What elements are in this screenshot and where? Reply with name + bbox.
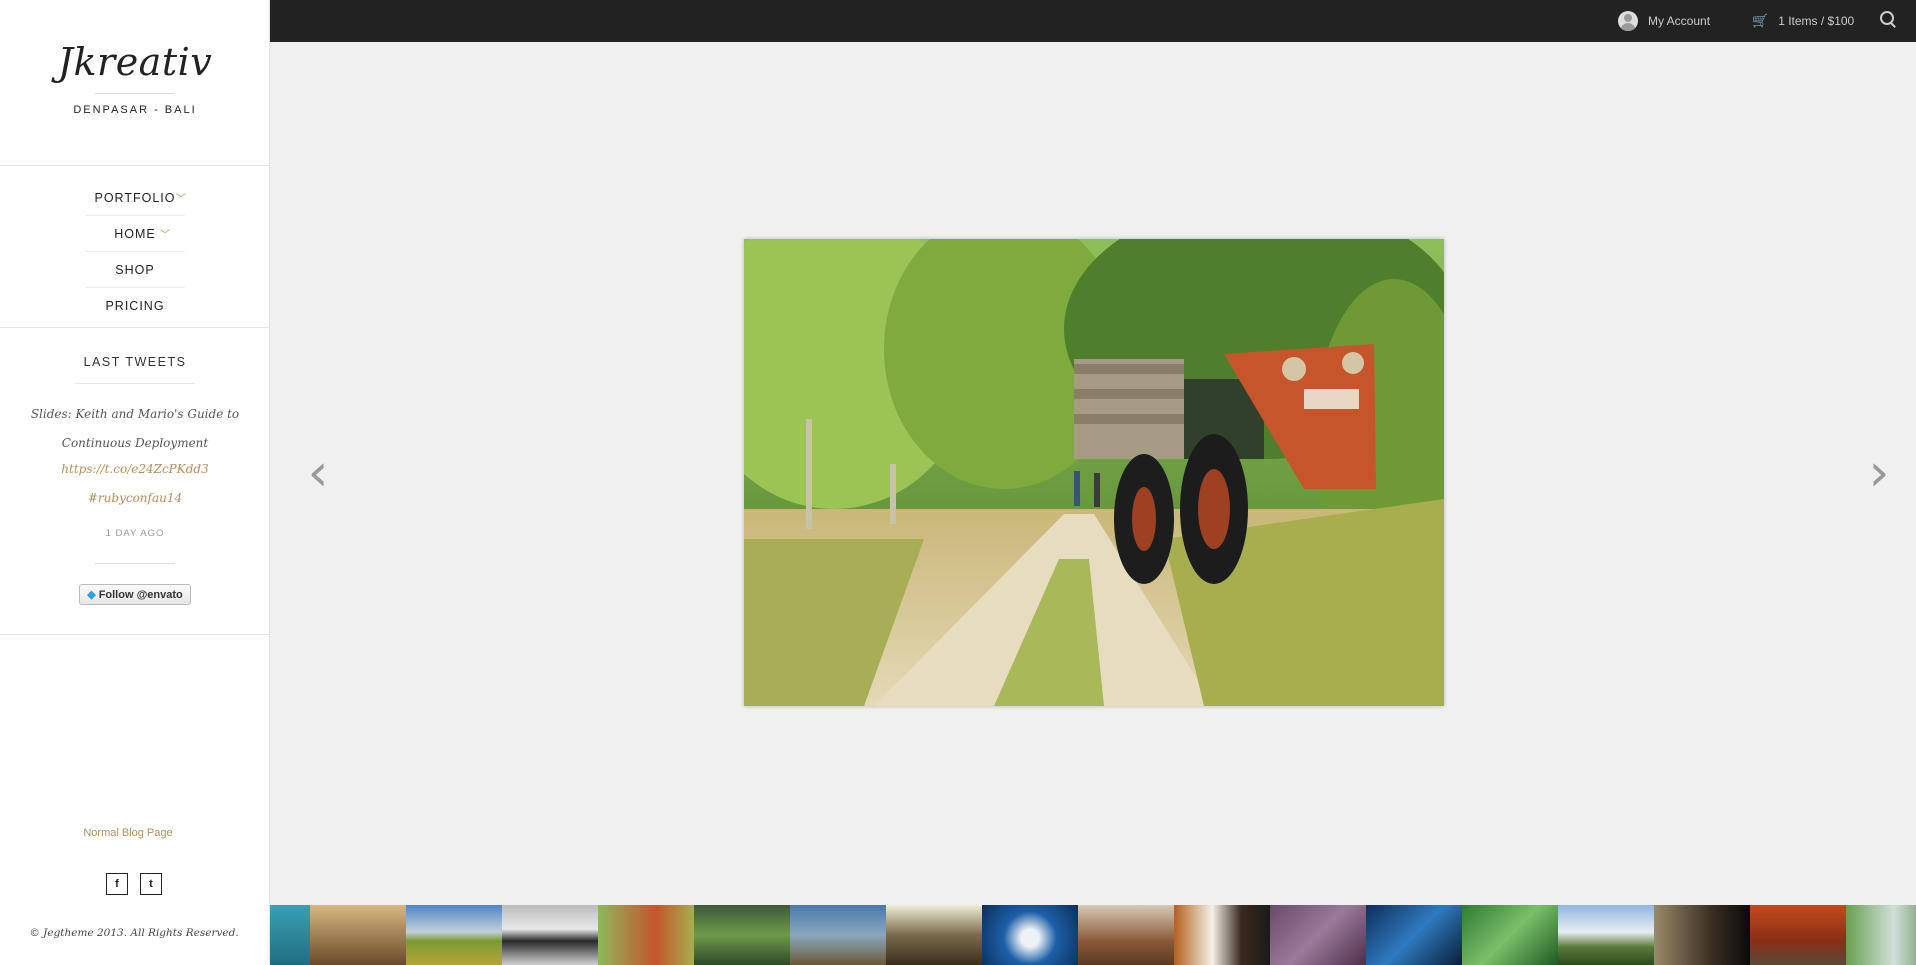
thumbnail[interactable]	[270, 905, 310, 965]
site-tagline: DENPASAR - BALI	[73, 104, 197, 116]
nav-item-shop[interactable]: SHOP	[0, 252, 270, 287]
thumbnail[interactable]	[598, 905, 694, 965]
nav-item-label: PORTFOLIO	[94, 190, 176, 205]
tweets-heading: LAST TWEETS	[83, 355, 187, 369]
nav-item-label: HOME	[114, 226, 156, 241]
sidebar-divider	[0, 634, 270, 635]
nav-item-home[interactable]: HOME ﹀	[0, 216, 270, 251]
nav-item-portfolio[interactable]: PORTFOLIO ﹀	[0, 180, 270, 215]
thumbnail[interactable]	[1654, 905, 1750, 965]
twitter-bird-icon: ◆	[87, 589, 96, 601]
main-slide-image	[744, 239, 1444, 706]
nav-item-label: PRICING	[105, 298, 165, 313]
follow-label: Follow @envato	[98, 588, 183, 601]
follow-button[interactable]: ◆ Follow @envato	[79, 584, 191, 605]
thumbnail[interactable]	[502, 905, 598, 965]
search-icon[interactable]	[1879, 10, 1899, 30]
my-account-link[interactable]: My Account	[1618, 8, 1710, 34]
logo-divider	[95, 93, 175, 94]
site-logo[interactable]: Jkreativ	[0, 40, 270, 84]
cart-label: 1 Items / $100	[1778, 14, 1855, 28]
facebook-glyph: f	[115, 878, 119, 890]
tweet-link[interactable]: https://t.co/e24ZcPKdd3	[20, 462, 250, 476]
chevron-right-icon[interactable]: ›	[1864, 446, 1894, 500]
sidebar-divider	[0, 327, 270, 328]
tweets-divider	[95, 563, 175, 564]
tweet-text: Slides: Keith and Mario's Guide to Conti…	[30, 407, 240, 450]
thumbnail[interactable]	[310, 905, 406, 965]
thumbnail[interactable]	[886, 905, 982, 965]
thumbnail[interactable]	[1846, 905, 1916, 965]
thumbnail[interactable]	[1174, 905, 1270, 965]
thumbnail[interactable]	[1750, 905, 1846, 965]
tweets-divider	[75, 383, 195, 384]
thumbnail-strip	[270, 905, 1916, 965]
nav-item-pricing[interactable]: PRICING	[0, 288, 270, 323]
nav-item-label: SHOP	[115, 262, 155, 277]
twitter-glyph: t	[149, 878, 153, 890]
thumbnail[interactable]	[1270, 905, 1366, 965]
thumbnail[interactable]	[694, 905, 790, 965]
facebook-icon[interactable]: f	[106, 873, 128, 895]
top-bar: My Account 🛒 1 Items / $100	[270, 0, 1916, 42]
cart-link[interactable]: 🛒 1 Items / $100	[1752, 8, 1854, 34]
thumbnail[interactable]	[1462, 905, 1558, 965]
chevron-down-icon: ﹀	[176, 194, 187, 205]
thumbnail[interactable]	[406, 905, 502, 965]
thumbnail[interactable]	[1366, 905, 1462, 965]
blog-page-link[interactable]: Normal Blog Page	[0, 827, 256, 839]
main-nav: PORTFOLIO ﹀ HOME ﹀ SHOP PRICING	[0, 180, 270, 323]
copyright: © Jegtheme 2013. All Rights Reserved.	[29, 927, 239, 939]
tweet-hashtag[interactable]: #rubyconfau14	[20, 491, 250, 505]
thumbnail[interactable]	[982, 905, 1078, 965]
sidebar-divider	[0, 165, 270, 166]
chevron-down-icon: ﹀	[160, 230, 171, 241]
chevron-left-icon[interactable]: ‹	[303, 446, 333, 500]
avatar-icon	[1618, 11, 1638, 31]
account-label: My Account	[1648, 14, 1711, 28]
sidebar: Jkreativ DENPASAR - BALI PORTFOLIO ﹀ HOM…	[0, 0, 270, 965]
thumbnail[interactable]	[790, 905, 886, 965]
cart-icon: 🛒	[1752, 13, 1769, 28]
tweet-timestamp: 1 DAY AGO	[105, 528, 165, 539]
twitter-icon[interactable]: t	[140, 873, 162, 895]
thumbnail[interactable]	[1558, 905, 1654, 965]
thumbnail[interactable]	[1078, 905, 1174, 965]
